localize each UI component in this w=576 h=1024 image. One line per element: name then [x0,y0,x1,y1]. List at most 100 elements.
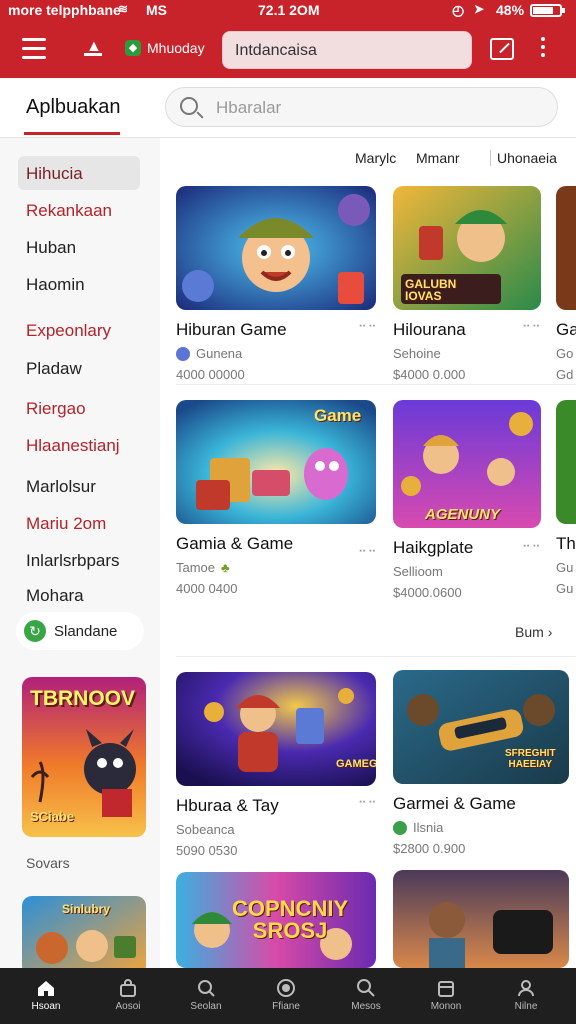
sidebar-pill[interactable]: ↻ Slandane [16,612,144,650]
game-card[interactable]: AGENUNY Haikgplate Sellioom $4000.0600 [393,400,543,600]
game-card-title: Garmei & Game [393,794,516,813]
more-vert-icon[interactable] [540,37,546,61]
home-icon [38,981,54,996]
card-options-icon[interactable]: ⠒⠒ [522,320,542,334]
game-card-publisher: Gunena [196,346,243,361]
sidebar-item[interactable]: Mariu 2om [18,506,140,540]
game-card-partial[interactable]: Ga Go Gd [556,186,576,382]
game-card[interactable]: Hiburan Game Gunena 4000 00000 [176,186,376,382]
sidebar-item[interactable]: Mohara [18,578,140,612]
nav-label: Ffiane [272,1001,300,1012]
divider [176,384,576,385]
nav-item[interactable]: Mesos [330,968,402,1024]
battery-percent: 48% [496,2,525,18]
card-options-icon[interactable]: ⠒⠒ [522,540,542,554]
see-more-link[interactable]: Bum › [515,624,552,640]
subheader: Aplbuakan Hbaralar [0,78,576,138]
home-logo-icon[interactable]: ▲ [84,38,102,56]
refresh-icon: ↻ [24,620,46,642]
card-options-icon[interactable]: ⠒⠒ [358,320,378,334]
nav-item[interactable]: Aosoi [92,968,164,1024]
filter-tab[interactable]: Uhonaeia [490,150,557,166]
nav-label: Seolan [190,1001,222,1012]
game-card-meta: 5090 0530 [176,843,238,858]
clock-text: 72.1 2OM [258,2,320,18]
game-card-title: Th [556,534,576,553]
header-search-input[interactable]: Intdancaisa [222,31,472,69]
game-card-meta: Gd [556,367,574,382]
sidebar-item[interactable]: Huban [18,230,140,264]
search-input[interactable]: Hbaralar [165,87,558,127]
card-options-icon[interactable]: ⠒⠒ [358,796,378,810]
promo-banner[interactable]: TBRNOOV SCiabe [22,677,146,837]
app-chip[interactable]: ◆ Mhuoday [125,40,205,56]
status-left-text: more telpphbane [8,2,121,18]
sidebar-item[interactable]: Pladaw [18,351,140,385]
game-card-meta: 4000 0400 [176,581,238,596]
nav-label: Hsoan [31,1001,61,1012]
sidebar-item[interactable]: Haomin [18,267,140,301]
game-card-art-label: Game [314,406,362,425]
battery-icon [530,4,565,17]
game-card-meta: Gu [556,581,574,596]
game-card-partial[interactable]: Th Gu Gu [556,400,576,596]
game-card-art-label: AGENUNY [425,506,501,523]
game-card[interactable] [393,870,569,968]
carrier-text: MS [146,2,167,18]
alarm-icon: ◴ [452,2,465,18]
person-icon [518,980,534,997]
status-bar: more telpphbane ≋ MS 72.1 2OM ◴ ➤ 48% [0,0,576,20]
location-icon: ➤ [474,2,485,16]
nav-label: Monon [430,1001,462,1012]
game-card-publisher: Sellioom [393,564,443,579]
sidebar-item[interactable]: Riergao [18,391,140,425]
nav-item[interactable]: Ffiane [250,968,322,1024]
wifi-icon: ≋ [118,2,129,16]
sidebar-item[interactable]: Hlaanestianj [18,428,140,462]
promo-title: TBRNOOV [30,687,135,710]
app-chip-label: Mhuoday [147,40,205,56]
game-card-publisher: Sehoine [393,346,441,361]
chevron-right-icon: › [547,624,553,640]
nav-item[interactable]: Monon [410,968,482,1024]
see-more-label: Bum [515,624,544,640]
game-card-publisher: Sobeanca [176,822,235,837]
menu-icon[interactable] [22,38,46,60]
sidebar-item[interactable]: Expeonlary [18,313,140,347]
game-card-art-label: COPNCNIY SROSJ [232,896,349,943]
edit-icon[interactable] [490,38,514,60]
game-card[interactable]: GAMEG Hburaa & Tay Sobeanca 5090 0530 [176,672,376,858]
game-card-meta: 4000 00000 [176,367,245,382]
game-card[interactable]: COPNCNIY SROSJ [176,872,376,968]
publisher-icon [393,820,407,835]
calendar-icon [438,981,454,997]
sidebar-item[interactable]: Marlolsur [18,469,140,503]
filter-tab[interactable]: Mmanr [416,150,460,166]
game-card[interactable]: Game Gamia & Game Tamoe ♣ 4000 0400 [176,400,376,596]
page-title[interactable]: Aplbuakan [26,96,121,119]
circle-icon [277,979,295,997]
nav-item[interactable]: Seolan [170,968,242,1024]
bottom-nav: Hsoan Aosoi Seolan Ffiane Mesos Monon Ni… [0,968,576,1024]
game-card-publisher: Go [556,346,574,361]
publisher-icon [176,346,190,361]
game-card-art: AGENUNY [393,400,541,528]
promo-banner-2[interactable]: Sinlubry [22,896,146,976]
game-card[interactable]: GALUBN IOVAS Hilourana Sehoine $4000 0.00… [393,186,543,382]
nav-item-home[interactable]: Hsoan [10,968,82,1024]
promo-subtitle: SCiabe [30,809,75,824]
sidebar-item-active[interactable]: Hihucia [18,156,140,190]
sidebar-item[interactable]: Rekankaan [18,193,140,227]
game-card-art [393,870,569,968]
nav-item[interactable]: Nilne [490,968,562,1024]
game-card-art-label: GAMEG [336,758,376,770]
game-card-art: SFREGHIT HAEEIAY [393,670,569,784]
sidebar-item[interactable]: Inlarlsrbpars [18,543,140,577]
game-card-meta: $4000 0.000 [393,367,466,382]
game-card-publisher: Ilsnia [413,820,444,835]
game-card[interactable]: SFREGHIT HAEEIAY Garmei & Game Ilsnia $28… [393,670,569,856]
sidebar-section-label: Sovars [26,855,70,871]
filter-tab[interactable]: Marylc [355,150,396,166]
card-options-icon[interactable]: ⠒⠒ [358,545,378,559]
sidebar-pill-label: Slandane [54,622,118,640]
